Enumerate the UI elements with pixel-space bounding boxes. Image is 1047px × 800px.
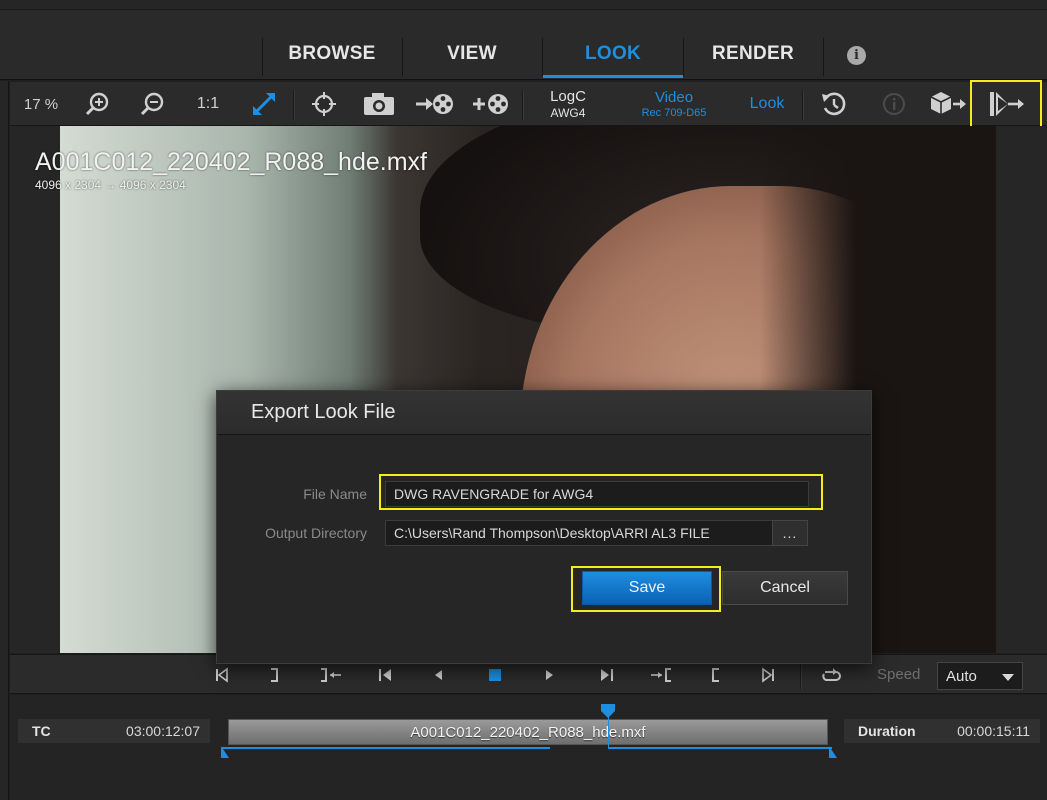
clip-resolution-overlay: 4096 x 2304 → 4096 x 2304 [35, 178, 186, 192]
add-reel-icon[interactable] [470, 82, 510, 126]
zoom-level: 17 % [23, 95, 59, 113]
crosshair-icon[interactable] [306, 82, 342, 126]
fit-expand-icon[interactable] [246, 82, 282, 126]
toolbar-divider [293, 90, 294, 120]
timeline-panel: TC 03:00:12:07 A001C012_220402_R088_hde.… [10, 695, 1047, 800]
export-cube-icon[interactable] [928, 82, 968, 126]
output-colorspace-name: Video [654, 88, 694, 106]
transport-divider [800, 661, 801, 689]
tab-browse[interactable]: BROWSE [262, 30, 402, 78]
history-icon[interactable] [816, 82, 852, 126]
in-out-range-line [222, 747, 550, 749]
speed-value: Auto [946, 667, 977, 685]
info-icon[interactable] [876, 82, 912, 126]
top-nav-bar: BROWSE VIEW LOOK RENDER i [0, 0, 1047, 80]
zoom-in-icon[interactable] [80, 82, 116, 126]
toolbar-divider [802, 90, 803, 120]
title-strip [0, 0, 1047, 10]
playhead-handle-icon[interactable] [600, 703, 616, 719]
chevron-down-icon [1002, 674, 1014, 681]
in-out-range-line [608, 747, 832, 749]
timecode-label: TC [32, 723, 51, 739]
export-look-dialog: Export Look File File Name DWG RAVENGRAD… [216, 390, 872, 664]
tab-divider [823, 38, 824, 76]
input-colorspace-name: LogC [550, 88, 586, 105]
zoom-out-icon[interactable] [135, 82, 171, 126]
playhead-line [608, 715, 609, 749]
viewer-toolbar: 17 % 1:1 LogC AWG4 Video Rec 709-D65 Loo… [10, 80, 1047, 128]
file-name-highlight [379, 474, 823, 510]
timecode-value: 03:00:12:07 [126, 723, 200, 739]
timeline-clip[interactable]: A001C012_220402_R088_hde.mxf [228, 719, 828, 745]
tab-look[interactable]: LOOK [543, 30, 683, 78]
timecode-display: TC 03:00:12:07 [18, 719, 210, 743]
duration-label: Duration [858, 723, 916, 739]
input-gamut-name: AWG4 [550, 106, 586, 120]
browse-directory-button[interactable]: ... [772, 520, 808, 546]
output-directory-input[interactable]: C:\Users\Rand Thompson\Desktop\ARRI AL3 … [385, 520, 773, 546]
save-button-highlight [571, 566, 721, 612]
camera-icon[interactable] [360, 82, 398, 126]
input-colorspace-button[interactable]: LogC AWG4 [538, 82, 598, 126]
output-directory-label: Output Directory [265, 525, 367, 541]
help-info-icon[interactable]: i [847, 46, 866, 65]
import-reel-icon[interactable] [414, 82, 454, 126]
export-look-highlight [970, 80, 1042, 128]
look-toggle-button[interactable]: Look [742, 82, 792, 126]
output-gamut-name: Rec 709-D65 [641, 106, 707, 119]
speed-select[interactable]: Auto [937, 662, 1023, 690]
clip-name-overlay: A001C012_220402_R088_hde.mxf [35, 148, 427, 176]
speed-label: Speed [877, 666, 921, 683]
dialog-title: Export Look File [217, 391, 871, 435]
tab-render[interactable]: RENDER [683, 30, 823, 78]
file-name-label: File Name [303, 486, 367, 502]
duration-display: Duration 00:00:15:11 [844, 719, 1040, 743]
left-panel-edge [0, 81, 9, 800]
cancel-button[interactable]: Cancel [722, 571, 848, 605]
tab-view[interactable]: VIEW [402, 30, 542, 78]
toolbar-divider [522, 90, 523, 120]
output-colorspace-button[interactable]: Video Rec 709-D65 [628, 82, 720, 126]
duration-value: 00:00:15:11 [957, 723, 1030, 739]
out-point-marker-icon[interactable] [828, 745, 838, 759]
actual-size-button[interactable]: 1:1 [190, 82, 226, 126]
in-point-marker-icon[interactable] [220, 745, 230, 759]
